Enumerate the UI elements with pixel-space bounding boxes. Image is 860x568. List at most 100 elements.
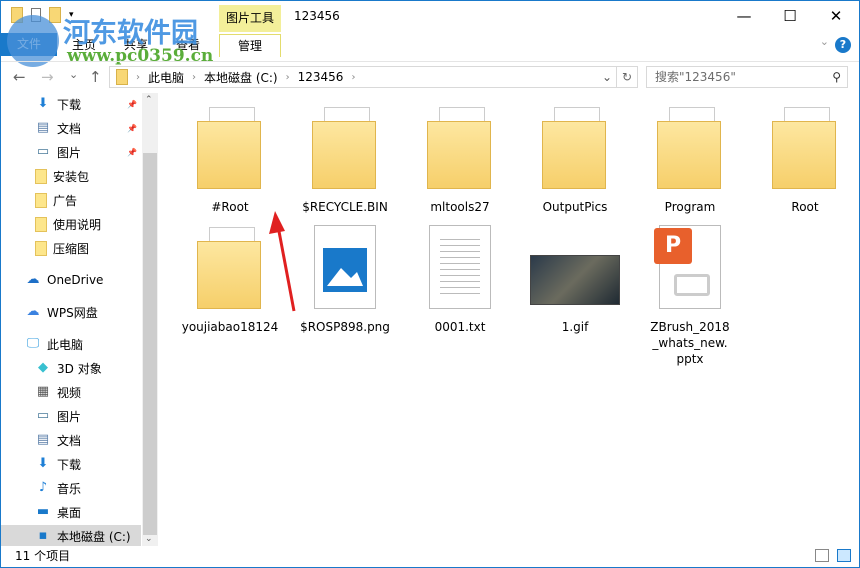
folder-icon — [310, 103, 380, 193]
pptx-file-icon: P — [654, 223, 725, 313]
back-button[interactable]: ← — [13, 68, 26, 86]
tab-manage[interactable]: 管理 — [219, 34, 281, 57]
breadcrumb-separator: › — [192, 71, 197, 83]
file-item[interactable]: Root — [750, 103, 860, 215]
minimize-button[interactable]: — — [721, 1, 767, 31]
sidebar-item[interactable]: 安装包 — [1, 165, 141, 187]
cloud-icon: ☁ — [26, 304, 40, 319]
up-button[interactable]: ↑ — [89, 68, 102, 86]
file-name: 1.gif — [561, 320, 589, 334]
file-item[interactable]: Program — [635, 103, 745, 215]
search-input[interactable]: 搜索"123456" ⚲ — [646, 66, 848, 88]
sidebar-item[interactable]: ⬇ 下载 — [1, 453, 141, 475]
file-item[interactable]: OutputPics — [520, 103, 630, 215]
scroll-down-button[interactable]: ⌄ — [145, 534, 153, 544]
watermark-logo — [7, 15, 59, 67]
sidebar-item[interactable]: ▤ 文档 📌 — [1, 117, 141, 139]
sidebar-item-label: 桌面 — [57, 505, 82, 520]
sidebar-item[interactable]: 广告 — [1, 189, 141, 211]
sidebar-item-label: 文档 — [57, 433, 82, 448]
expand-ribbon-icon[interactable]: ⌄ — [820, 35, 829, 48]
download-icon: ⬇ — [37, 96, 49, 111]
sidebar-item[interactable]: ▭ 图片 📌 — [1, 141, 141, 163]
picture-icon: ▭ — [36, 408, 50, 423]
forward-button[interactable]: → — [41, 68, 54, 86]
scroll-up-button[interactable]: ⌃ — [145, 95, 153, 105]
sidebar-item-label: WPS网盘 — [47, 305, 98, 320]
sidebar-item-label: 音乐 — [57, 481, 82, 496]
breadcrumb-this-pc[interactable]: 此电脑 — [148, 69, 184, 86]
file-item[interactable]: 0001.txt — [405, 223, 515, 335]
sidebar-item[interactable]: ▤ 文档 — [1, 429, 141, 451]
pin-icon[interactable]: 📌 — [127, 100, 137, 109]
folder-icon — [35, 240, 47, 256]
sidebar-item[interactable]: 使用说明 — [1, 213, 141, 235]
sidebar-item[interactable]: ▪ 本地磁盘 (C:) — [1, 525, 141, 546]
sidebar-item-label: 视频 — [57, 385, 82, 400]
file-name: ZBrush_2018_whats_new.pptx — [650, 320, 730, 366]
sidebar-item-label: 3D 对象 — [57, 361, 102, 376]
sidebar-item-label: 下载 — [57, 97, 82, 112]
new-folder-icon[interactable] — [49, 7, 61, 23]
maximize-button[interactable]: ☐ — [767, 1, 813, 31]
file-item[interactable]: 1.gif — [520, 223, 630, 335]
close-button[interactable]: ✕ — [813, 1, 859, 31]
png-file-icon — [310, 223, 380, 313]
breadcrumb-separator: › — [136, 71, 140, 83]
txt-file-icon — [425, 223, 495, 313]
file-name: Root — [791, 200, 819, 214]
pin-icon[interactable]: 📌 — [127, 148, 137, 157]
help-icon[interactable]: ? — [835, 37, 851, 53]
breadcrumb-local-disk[interactable]: 本地磁盘 (C:) — [204, 69, 278, 86]
breadcrumb-separator: › — [285, 71, 290, 83]
drive-icon: ▪ — [38, 528, 48, 543]
file-name: youjiabao18124 — [181, 320, 279, 334]
pin-icon[interactable]: 📌 — [127, 124, 137, 133]
sidebar-item[interactable]: ☁ WPS网盘 — [1, 301, 141, 323]
sidebar-scrollbar[interactable]: ⌃ ⌄ — [142, 93, 158, 546]
folder-icon — [655, 103, 725, 193]
sidebar-item[interactable]: 🖵 此电脑 — [1, 333, 141, 355]
sidebar-item-label: 文档 — [57, 121, 82, 136]
file-name: 0001.txt — [434, 320, 486, 334]
address-dropdown[interactable]: ⌄ — [602, 70, 612, 84]
details-view-button[interactable] — [815, 549, 829, 562]
folder-icon — [195, 223, 265, 313]
video-icon: ▦ — [36, 384, 50, 399]
address-input[interactable]: › 此电脑 › 本地磁盘 (C:) › 123456 › ⌄ — [109, 66, 617, 88]
desktop-icon: ▬ — [36, 504, 50, 519]
file-name: $ROSP898.png — [300, 320, 390, 334]
recent-locations-button[interactable]: ⌄ — [69, 68, 78, 81]
folder-icon — [35, 168, 47, 184]
onedrive-icon: ☁ — [26, 272, 40, 287]
file-item[interactable]: #Root — [175, 103, 285, 215]
sidebar-item-label: 压缩图 — [53, 241, 90, 256]
folder-icon — [116, 69, 128, 85]
context-tab-picture-tools: 图片工具 — [219, 5, 281, 32]
sidebar-item[interactable]: ☁ OneDrive — [1, 269, 141, 291]
file-item[interactable]: $RECYCLE.BIN — [290, 103, 400, 215]
large-icons-view-button[interactable] — [837, 549, 851, 562]
sidebar-item-label: 图片 — [57, 409, 82, 424]
breadcrumb-folder[interactable]: 123456 — [298, 70, 344, 84]
sidebar-item[interactable]: ▬ 桌面 — [1, 501, 141, 523]
window-title: 123456 — [294, 9, 340, 23]
address-bar-row: ← → ⌄ ↑ › 此电脑 › 本地磁盘 (C:) › 123456 › ⌄ ↻… — [1, 61, 859, 91]
sidebar-item[interactable]: ▭ 图片 — [1, 405, 141, 427]
3d-objects-icon: ◆ — [38, 360, 48, 375]
file-item[interactable]: mltools27 — [405, 103, 515, 215]
file-item[interactable]: P ZBrush_2018_whats_new.pptx — [635, 223, 745, 367]
sidebar-item[interactable]: ◆ 3D 对象 — [1, 357, 141, 379]
sidebar-item[interactable]: ♪ 音乐 — [1, 477, 141, 499]
sidebar-item[interactable]: 压缩图 — [1, 237, 141, 259]
folder-icon — [770, 103, 840, 193]
scrollbar-thumb[interactable] — [143, 153, 157, 535]
refresh-button[interactable]: ↻ — [616, 66, 638, 88]
file-view: #Root $RECYCLE.BIN mltools27 OutputPics Prog… — [161, 93, 859, 546]
search-placeholder: 搜索"123456" — [655, 70, 736, 84]
sidebar-item[interactable]: ⬇ 下载 📌 — [1, 93, 141, 115]
sidebar-item[interactable]: ▦ 视频 — [1, 381, 141, 403]
red-arrow-annotation — [269, 211, 296, 312]
sidebar-item-label: 使用说明 — [53, 217, 102, 232]
sidebar-item-label: 图片 — [57, 145, 82, 160]
